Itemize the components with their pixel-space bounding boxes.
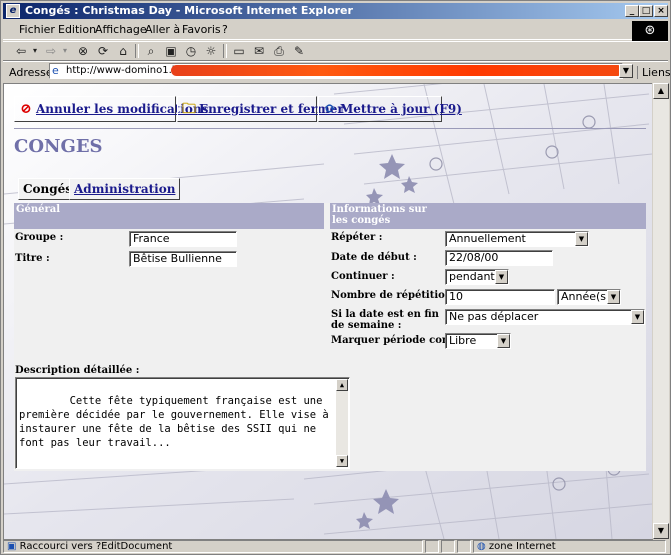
periode-select[interactable]: Libre ▼ (445, 333, 511, 349)
repeter-select[interactable]: Annuellement ▼ (445, 231, 589, 247)
page-scrollbar[interactable]: ▲ ▼ (652, 83, 669, 539)
page-title: CONGES (14, 136, 103, 157)
refresh-icon[interactable]: ⟳ (95, 43, 111, 59)
tab-administration[interactable]: Administration (69, 178, 181, 200)
menu-edition[interactable]: Edition (58, 23, 96, 36)
status-panel (441, 540, 455, 553)
link-icon: ▣ (7, 541, 17, 552)
groupe-label: Groupe : (15, 232, 64, 243)
menu-fichier[interactable]: Fichier (19, 23, 55, 36)
refresh-label: Mettre à jour (F9) (340, 102, 462, 116)
zone-text: zone Internet (488, 541, 556, 552)
scroll-up-icon[interactable]: ▲ (653, 83, 669, 99)
status-text-panel: ▣ Raccourci vers ?EditDocument (3, 540, 423, 553)
menu-affichage[interactable]: Affichage (95, 23, 147, 36)
status-bar: ▣ Raccourci vers ?EditDocument ◍ zone In… (3, 539, 668, 554)
toolbar-separator (135, 44, 139, 58)
groupe-field[interactable]: France (129, 231, 237, 247)
minimize-button[interactable]: _ (625, 5, 639, 17)
scroll-down-icon[interactable]: ▼ (336, 455, 348, 467)
repetition-unit-value: Année(s) (561, 290, 611, 303)
section-info-header: Informations sur les congés (330, 203, 646, 229)
address-label: Adresse (9, 66, 53, 79)
ie-page-icon: e (6, 4, 20, 18)
stop-icon[interactable]: ⊗ (75, 43, 91, 59)
status-panel (425, 540, 439, 553)
page-content: ⊘ Annuler les modifications 🗀 Enregistrer … (3, 83, 653, 540)
date-debut-label: Date de début : (331, 252, 417, 263)
window-title: Congés : Christmas Day - Microsoft Inter… (25, 4, 353, 17)
globe-icon: ◍ (477, 541, 486, 552)
browser-window: e Congés : Christmas Day - Microsoft Int… (0, 0, 671, 555)
fullscreen-icon[interactable]: ▭ (231, 43, 247, 59)
forward-dropdown-icon[interactable]: ▾ (57, 43, 73, 59)
toolbar-separator (223, 44, 227, 58)
menu-bar: Fichier Edition Affichage Aller à Favori… (3, 21, 668, 40)
redaction-mark (171, 65, 623, 76)
channels-icon[interactable]: ☼ (203, 43, 219, 59)
search-icon[interactable]: ⌕ (143, 43, 159, 59)
status-panel (457, 540, 471, 553)
repeter-label: Répéter : (331, 232, 383, 243)
home-icon[interactable]: ⌂ (115, 43, 131, 59)
fin-semaine-label: Si la date est en fin de semaine : (331, 309, 439, 331)
save-close-button[interactable]: 🗀 Enregistrer et fermer (177, 96, 344, 122)
form-panel: Général Informations sur les congés Grou… (14, 203, 646, 471)
repetition-unit-select[interactable]: Année(s) ▼ (557, 289, 621, 305)
nb-repetitions-field[interactable]: 10 (445, 289, 555, 305)
titre-field[interactable]: Bêtise Bullienne (129, 251, 237, 267)
fin-semaine-select[interactable]: Ne pas déplacer ▼ (445, 309, 645, 325)
cancel-icon: ⊘ (20, 101, 32, 117)
favorites-icon[interactable]: ▣ (163, 43, 179, 59)
description-label: Description détaillée : (15, 365, 140, 376)
chevron-down-icon: ▼ (631, 310, 644, 324)
continuer-select[interactable]: pendant ▼ (445, 269, 509, 285)
fin-semaine-value: Ne pas déplacer (449, 310, 539, 323)
menu-favoris[interactable]: Favoris (182, 23, 221, 36)
edit-icon[interactable]: ✎ (291, 43, 307, 59)
chevron-down-icon: ▼ (495, 270, 508, 284)
history-icon[interactable]: ◷ (183, 43, 199, 59)
close-button[interactable]: × (654, 5, 668, 17)
periode-value: Libre (449, 334, 477, 347)
address-dropdown-icon[interactable]: ▼ (619, 64, 633, 78)
links-label[interactable]: Liens (637, 66, 671, 79)
textarea-scrollbar[interactable]: ▲ ▼ (336, 379, 348, 467)
continuer-value: pendant (449, 270, 495, 283)
date-debut-field[interactable]: 22/08/00 (445, 250, 553, 266)
back-dropdown-icon[interactable]: ▾ (27, 43, 43, 59)
cancel-changes-button[interactable]: ⊘ Annuler les modifications (14, 96, 208, 122)
section-general-header: Général (14, 203, 324, 229)
page-icon: e (52, 64, 59, 77)
titre-label: Titre : (15, 253, 50, 264)
scroll-up-icon[interactable]: ▲ (336, 379, 348, 391)
description-text: Cette fête typiquement française est une… (19, 395, 336, 449)
toolbar: ⇦ ▾ ⇨ ▾ ⊗ ⟳ ⌂ ⌕ ▣ ◷ ☼ ▭ ✉ ⎙ ✎ (3, 41, 668, 61)
save-folder-icon: 🗀 (182, 101, 196, 117)
repeter-value: Annuellement (449, 232, 526, 245)
address-bar: Adresse e http://www-domino1.bull.fr/ ▼ … (3, 61, 671, 82)
refresh-button[interactable]: ⟳ Mettre à jour (F9) (318, 96, 462, 122)
maximize-button[interactable]: □ (639, 5, 653, 17)
menu-aller-a[interactable]: Aller à (145, 23, 180, 36)
continuer-label: Continuer : (331, 271, 395, 282)
menu-help[interactable]: ? (222, 23, 228, 36)
mail-icon[interactable]: ✉ (251, 43, 267, 59)
status-text: Raccourci vers ?EditDocument (19, 541, 173, 552)
description-textarea[interactable]: Cette fête typiquement française est une… (15, 377, 350, 469)
scroll-down-icon[interactable]: ▼ (653, 523, 669, 539)
ie-logo-icon: ⊛ (632, 21, 668, 41)
title-bar: e Congés : Christmas Day - Microsoft Int… (3, 3, 668, 19)
chevron-down-icon: ▼ (497, 334, 510, 348)
chevron-down-icon: ▼ (575, 232, 588, 246)
divider (14, 128, 646, 131)
zone-panel: ◍ zone Internet (473, 540, 666, 553)
chevron-down-icon: ▼ (607, 290, 620, 304)
refresh-arrow-icon: ⟳ (324, 101, 336, 117)
print-icon[interactable]: ⎙ (271, 43, 287, 59)
